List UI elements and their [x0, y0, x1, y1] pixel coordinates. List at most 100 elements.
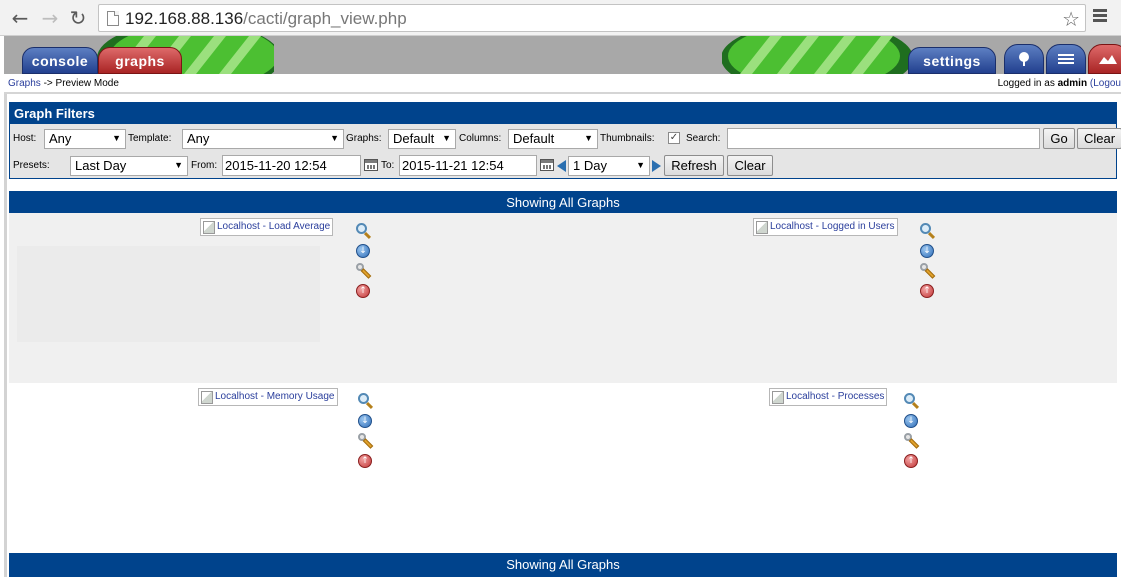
tree-icon [1019, 52, 1029, 66]
breadcrumb: Graphs -> Preview Mode [8, 78, 119, 89]
host-select[interactable]: Any ▼ [44, 129, 126, 149]
calendar-icon[interactable] [364, 159, 378, 171]
cacti-header: console graphs settings [4, 36, 1121, 74]
login-prefix: Logged in as [997, 78, 1058, 89]
wrench-icon[interactable] [904, 433, 920, 449]
magnifier-icon[interactable] [358, 393, 374, 410]
clear-search-button[interactable]: Clear [1077, 128, 1121, 149]
chevron-down-icon: ▼ [112, 133, 121, 143]
up-arrow-icon[interactable]: ↑ [904, 454, 918, 468]
presets-select[interactable]: Last Day ▼ [70, 156, 188, 176]
list-icon [1058, 54, 1074, 64]
left-rule [4, 94, 7, 577]
logout-link[interactable]: (Logou [1090, 78, 1121, 89]
chevron-down-icon: ▼ [442, 133, 451, 143]
magnifier-icon[interactable] [356, 223, 372, 240]
browser-toolbar: ← → ↻ 192.168.88.136/cacti/graph_view.ph… [0, 0, 1121, 36]
wrench-icon[interactable] [358, 433, 374, 449]
breadcrumb-separator: -> [40, 78, 56, 89]
shift-right-arrow-icon[interactable] [652, 160, 661, 172]
list-view-tab[interactable] [1046, 44, 1086, 74]
timespan-select-value: 1 Day [573, 158, 607, 173]
graph-preview-icon [1099, 55, 1117, 64]
host-label: Host: [13, 133, 37, 144]
tab-console[interactable]: console [22, 47, 98, 74]
url-path: /cacti/graph_view.php [243, 9, 407, 28]
showing-all-graphs-header: Showing All Graphs [9, 191, 1117, 213]
login-status: Logged in as admin (Logou [998, 78, 1121, 89]
download-icon[interactable]: ↓ [358, 414, 372, 428]
up-arrow-icon[interactable]: ↑ [358, 454, 372, 468]
graph-actions-memory-usage: ↓ ↑ [358, 393, 376, 473]
tab-graphs[interactable]: graphs [98, 47, 182, 74]
presets-select-value: Last Day [75, 158, 127, 173]
graphs-select[interactable]: Default ▼ [388, 129, 456, 149]
graphs-label: Graphs: [346, 133, 382, 144]
graphs-select-value: Default [393, 131, 435, 146]
download-icon[interactable]: ↓ [920, 244, 934, 258]
tree-view-tab[interactable] [1004, 44, 1044, 74]
chevron-down-icon: ▼ [174, 160, 183, 170]
graph-image-load-average[interactable]: Localhost - Load Average [200, 218, 334, 236]
wrench-icon[interactable] [356, 263, 372, 279]
template-select[interactable]: Any ▼ [182, 129, 344, 149]
columns-select[interactable]: Default ▼ [508, 129, 598, 149]
chevron-down-icon: ▼ [330, 133, 339, 143]
magnifier-icon[interactable] [920, 223, 936, 240]
magnifier-icon[interactable] [904, 393, 920, 410]
back-arrow-icon[interactable]: ← [8, 6, 32, 30]
graph-image-logged-in-users[interactable]: Localhost - Logged in Users [753, 218, 898, 236]
url-host: 192.168.88.136 [125, 9, 244, 28]
graph-filters-title: Graph Filters [10, 103, 1116, 124]
thumbnails-checkbox[interactable]: ✓ [668, 132, 680, 144]
calendar-icon[interactable] [540, 159, 554, 171]
reload-icon[interactable]: ↻ [66, 6, 90, 30]
columns-label: Columns: [459, 133, 502, 144]
chevron-down-icon: ▼ [584, 133, 593, 143]
url-text: 192.168.88.136/cacti/graph_view.php [125, 9, 407, 29]
hamburger-menu-icon[interactable] [1093, 9, 1109, 25]
to-date-input[interactable]: 2015-11-21 12:54 [399, 155, 537, 176]
filter-row-2: Presets: Last Day ▼ From: 2015-11-20 12:5… [10, 153, 1116, 177]
from-date-input[interactable]: 2015-11-20 12:54 [222, 155, 361, 176]
breadcrumb-graphs-link[interactable]: Graphs [8, 78, 41, 89]
login-user: admin [1057, 78, 1088, 89]
search-input[interactable] [727, 128, 1040, 149]
graph-actions-processes: ↓ ↑ [904, 393, 922, 473]
tab-settings[interactable]: settings [908, 47, 996, 74]
wrench-icon[interactable] [920, 263, 936, 279]
template-select-value: Any [187, 131, 210, 146]
timespan-select[interactable]: 1 Day ▼ [568, 156, 650, 176]
shift-left-arrow-icon[interactable] [557, 160, 566, 172]
graph-row-2: Localhost - Memory Usage ↓ ↑ Localhost -… [9, 383, 1117, 553]
columns-select-value: Default [513, 131, 555, 146]
breadcrumb-current: Preview Mode [55, 78, 119, 89]
graph-row-1: Localhost - Load Average ↓ ↑ Localhost -… [9, 213, 1117, 383]
to-label: To: [381, 160, 395, 171]
filter-row-1: Host: Any ▼ Template: Any ▼ Graphs: Defaul… [10, 126, 1121, 150]
thumbnails-label: Thumbnails: [600, 133, 655, 144]
clear-button[interactable]: Clear [727, 155, 773, 176]
forward-arrow-icon[interactable]: → [38, 6, 62, 30]
host-select-value: Any [49, 131, 72, 146]
graph-actions-logged-in-users: ↓ ↑ [920, 223, 938, 303]
from-label: From: [191, 160, 218, 171]
graph-filters-panel: Graph Filters Host: Any ▼ Template: Any ▼ … [9, 102, 1121, 179]
star-icon[interactable]: ☆ [1062, 7, 1080, 31]
template-label: Template: [128, 133, 172, 144]
up-arrow-icon[interactable]: ↑ [356, 284, 370, 298]
header-swoosh-graphic-right [722, 36, 912, 74]
page-icon [107, 11, 119, 26]
graph-actions-load-average: ↓ ↑ [356, 223, 374, 303]
download-icon[interactable]: ↓ [356, 244, 370, 258]
go-button[interactable]: Go [1043, 128, 1075, 149]
up-arrow-icon[interactable]: ↑ [920, 284, 934, 298]
breadcrumb-bar: Graphs -> Preview Mode Logged in as admi… [4, 74, 1121, 94]
address-bar[interactable]: 192.168.88.136/cacti/graph_view.php ☆ [98, 4, 1086, 32]
preview-view-tab[interactable] [1088, 44, 1121, 74]
graph-image-processes[interactable]: Localhost - Processes [769, 388, 888, 406]
download-icon[interactable]: ↓ [904, 414, 918, 428]
graph-image-memory-usage[interactable]: Localhost - Memory Usage [198, 388, 338, 406]
refresh-button[interactable]: Refresh [664, 155, 724, 176]
chevron-down-icon: ▼ [636, 160, 645, 170]
